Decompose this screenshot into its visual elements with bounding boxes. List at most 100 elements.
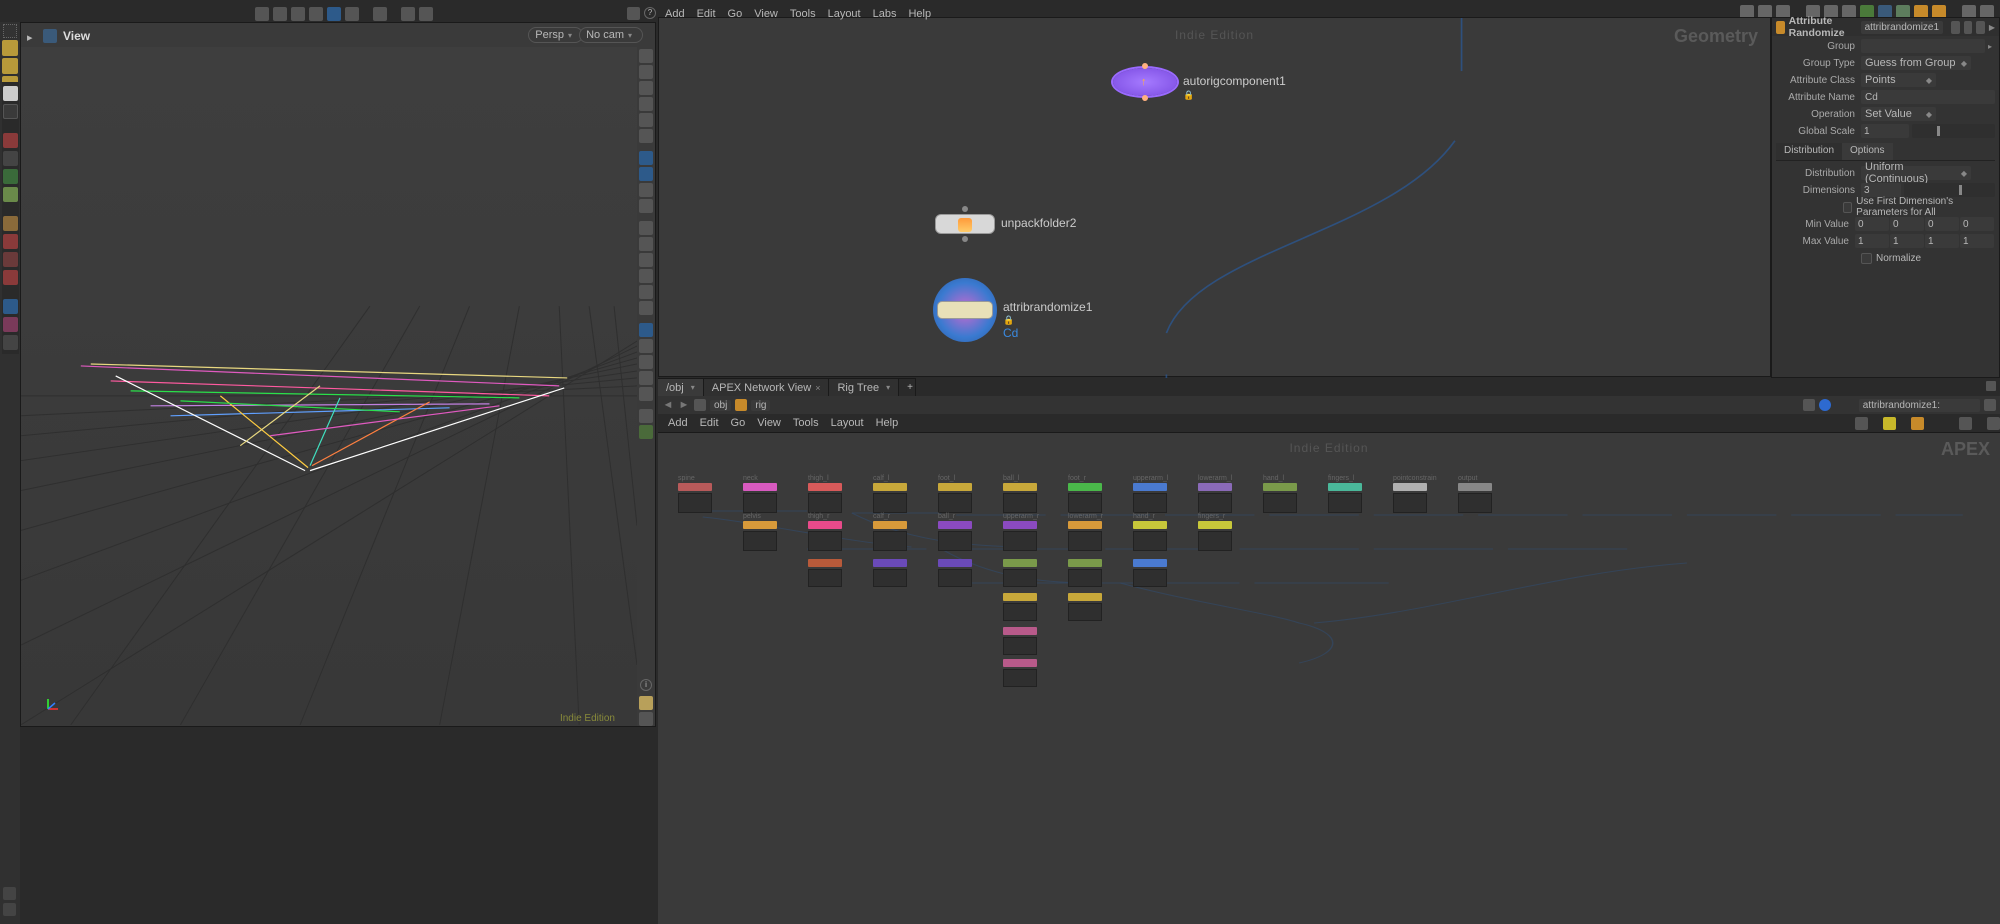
apex-node[interactable] <box>808 521 842 529</box>
grp-icon-3[interactable] <box>639 355 653 369</box>
toolopt2-icon[interactable] <box>401 7 415 21</box>
group-menu-icon[interactable]: ▸ <box>1988 42 1992 51</box>
apex-node[interactable] <box>808 559 842 567</box>
tool-icon-green[interactable] <box>3 169 18 184</box>
grp-icon-6[interactable] <box>639 409 653 423</box>
menu-go[interactable]: Go <box>728 8 743 20</box>
grp-icon-5[interactable] <box>639 387 653 401</box>
min0-input[interactable]: 0 <box>1855 217 1889 231</box>
menu-help[interactable]: Help <box>908 8 931 20</box>
apex-node[interactable] <box>1003 521 1037 529</box>
select-tool-icon[interactable] <box>3 86 18 101</box>
shelf-icon-1[interactable] <box>2 40 18 56</box>
disp-icon-1[interactable] <box>639 49 653 63</box>
grp-icon-7[interactable] <box>639 425 653 439</box>
menu2-tools[interactable]: Tools <box>793 417 819 429</box>
snap5-selected-icon[interactable] <box>327 7 341 21</box>
tab-obj-path[interactable]: /obj▾ <box>658 378 704 396</box>
pin-icon[interactable] <box>1986 381 1996 391</box>
follow-icon[interactable] <box>1819 399 1831 411</box>
opt-icon-1[interactable] <box>639 221 653 235</box>
opt-icon-3[interactable] <box>639 253 653 267</box>
menu-labs[interactable]: Labs <box>873 8 897 20</box>
menu2-layout[interactable]: Layout <box>831 417 864 429</box>
status-icon-2[interactable] <box>3 903 16 916</box>
disp-icon-3[interactable] <box>639 113 653 127</box>
nav-back-icon[interactable]: ◄ <box>662 399 674 411</box>
operation-dropdown[interactable]: Set Value◆ <box>1861 107 1936 121</box>
persp-dropdown[interactable]: Persp▾ <box>528 27 583 43</box>
gear-icon[interactable] <box>1951 21 1960 34</box>
apex-node[interactable] <box>1198 521 1232 529</box>
max2-input[interactable]: 1 <box>1925 234 1959 248</box>
tab-apex[interactable]: APEX Network View× <box>704 378 830 396</box>
menu-view[interactable]: View <box>754 8 778 20</box>
camera-dropdown[interactable]: No cam▾ <box>579 27 643 43</box>
node-unpackfolder2[interactable]: unpackfolder2 <box>935 214 995 234</box>
menu-edit[interactable]: Edit <box>697 8 716 20</box>
opt-icon-4[interactable] <box>639 269 653 283</box>
dimensions-slider[interactable] <box>1904 183 1995 197</box>
crumb-obj[interactable]: obj <box>710 400 731 411</box>
param-node-name[interactable]: attribrandomize1 <box>1861 21 1943 34</box>
tool-icon-5[interactable] <box>3 216 18 231</box>
normalize-checkbox[interactable] <box>1861 253 1872 264</box>
shade-icon-3[interactable] <box>639 183 653 197</box>
apex-node[interactable] <box>1133 483 1167 491</box>
apex-node[interactable] <box>873 483 907 491</box>
net-ic-4[interactable] <box>1959 417 1972 430</box>
menu2-go[interactable]: Go <box>731 417 746 429</box>
menu2-edit[interactable]: Edit <box>700 417 719 429</box>
lock-icon[interactable] <box>3 104 18 119</box>
apex-node[interactable] <box>1328 483 1362 491</box>
search-param-icon[interactable] <box>1964 21 1973 34</box>
apex-node[interactable] <box>938 559 972 567</box>
tool-icon-selected[interactable] <box>3 299 18 314</box>
menu-add[interactable]: Add <box>665 8 685 20</box>
vp-info-icon[interactable]: i <box>640 679 652 691</box>
grp-icon-2[interactable] <box>639 339 653 353</box>
vp-bottom-ic2[interactable] <box>639 712 653 726</box>
group-type-dropdown[interactable]: Guess from Group◆ <box>1861 56 1971 70</box>
apex-node[interactable] <box>743 521 777 529</box>
apex-node[interactable] <box>1068 483 1102 491</box>
apex-node[interactable] <box>1133 559 1167 567</box>
snap2-icon[interactable] <box>273 7 287 21</box>
tool-icon-pnk[interactable] <box>3 317 18 332</box>
apex-node[interactable] <box>1198 483 1232 491</box>
snap-icon[interactable] <box>255 7 269 21</box>
pin2-icon[interactable] <box>1803 399 1815 411</box>
crumb-rig[interactable]: rig <box>751 400 770 411</box>
max1-input[interactable]: 1 <box>1890 234 1924 248</box>
shade-icon-sel[interactable] <box>639 151 653 165</box>
apex-node[interactable] <box>1003 659 1037 667</box>
lock-disp-icon[interactable] <box>639 65 653 79</box>
node-attribrandomize1[interactable]: attribrandomize1 🔒 Cd <box>933 278 997 342</box>
opt-icon-5[interactable] <box>639 285 653 299</box>
collapse-arrow-icon[interactable]: ▸ <box>27 31 37 41</box>
tool-icon-red2[interactable] <box>3 234 18 249</box>
apex-node[interactable] <box>873 559 907 567</box>
network-view-top[interactable]: Indie Edition Geometry ↑ autorigcomponen… <box>658 17 1771 377</box>
apex-node[interactable] <box>1458 483 1492 491</box>
path-menu-icon[interactable] <box>1984 399 1996 411</box>
grip-icon[interactable] <box>3 24 17 38</box>
viewport-canvas[interactable]: Indie Edition <box>21 47 637 726</box>
net-ic-1[interactable] <box>1855 417 1868 430</box>
global-scale-slider[interactable] <box>1912 124 1995 138</box>
snap4-icon[interactable] <box>309 7 323 21</box>
grp-icon-4[interactable] <box>639 371 653 385</box>
tab-add-button[interactable]: + <box>899 378 916 396</box>
min3-input[interactable]: 0 <box>1960 217 1994 231</box>
menu2-view[interactable]: View <box>757 417 781 429</box>
min2-input[interactable]: 0 <box>1925 217 1959 231</box>
grp-icon-1[interactable] <box>639 323 653 337</box>
apex-node[interactable] <box>938 521 972 529</box>
play-icon[interactable]: ▶ <box>1989 23 1995 32</box>
tab-distribution[interactable]: Distribution <box>1776 143 1842 160</box>
help-icon[interactable]: ? <box>644 7 656 19</box>
menu-tools[interactable]: Tools <box>790 8 816 20</box>
group-input[interactable] <box>1861 39 1985 53</box>
attr-name-input[interactable]: Cd <box>1861 90 1995 104</box>
shade-icon-4[interactable] <box>639 199 653 213</box>
